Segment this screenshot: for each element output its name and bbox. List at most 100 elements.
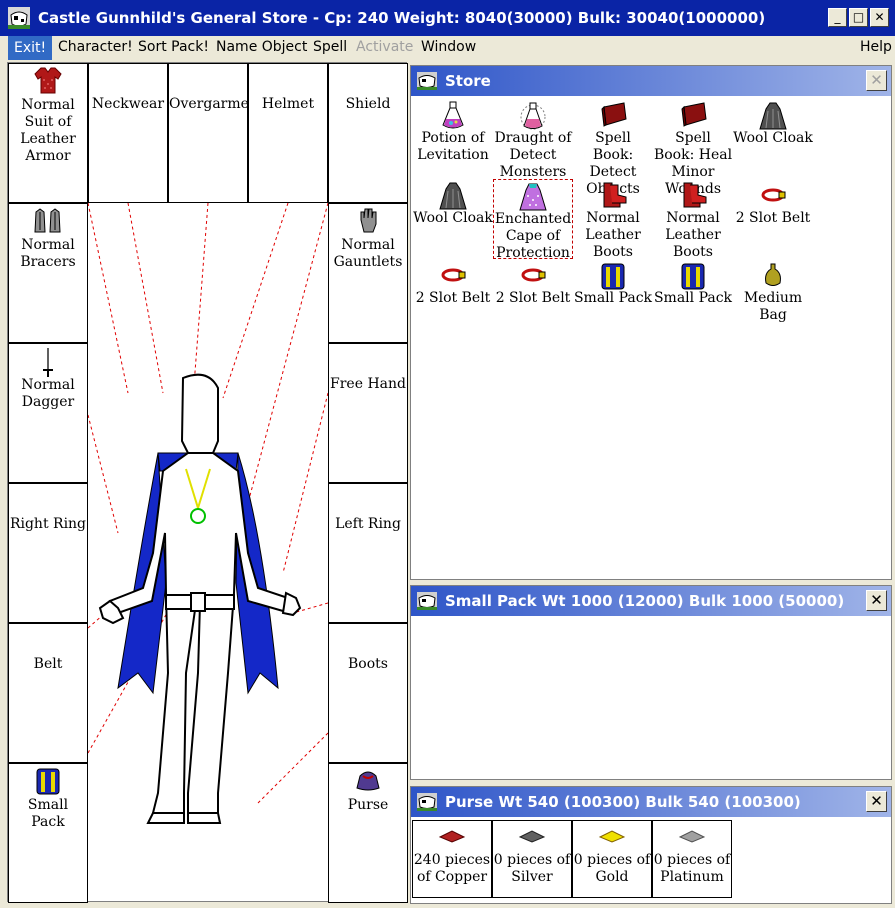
small-pack-title: Small Pack Wt 1000 (12000) Bulk 1000 (50…: [445, 592, 845, 610]
cloak-icon: [439, 182, 467, 210]
boots-icon: [603, 182, 627, 208]
coin-pile-icon: [678, 830, 706, 843]
slot-boots-label: Boots: [348, 656, 388, 672]
slot-shield[interactable]: Shield: [328, 63, 408, 203]
store-item-label: 2 Slot Belt: [735, 210, 811, 226]
store-item[interactable]: Small Pack: [653, 259, 733, 339]
minimize-button[interactable]: _: [828, 8, 847, 27]
cow-icon: [417, 592, 437, 610]
store-item[interactable]: Wool Cloak: [413, 179, 493, 259]
slot-armor-label: Normal Suit of Leather Armor: [20, 97, 76, 164]
slot-right-ring[interactable]: Right Ring: [8, 483, 88, 623]
store-item-label: Draught of Detect Monsters: [494, 130, 572, 180]
draught-icon: [520, 102, 546, 130]
window-title: Castle Gunnhild's General Store - Cp: 24…: [38, 9, 766, 27]
menu-exit[interactable]: Exit!: [8, 36, 53, 60]
cloak-icon: [759, 102, 787, 130]
menu-help[interactable]: Help: [860, 39, 892, 55]
slot-neckwear-label: Neckwear: [91, 96, 165, 112]
slot-neckwear[interactable]: Neckwear: [88, 63, 168, 203]
slot-small-pack-label: Small Pack: [27, 797, 69, 830]
menu-character[interactable]: Character!: [58, 39, 133, 55]
store-item[interactable]: 2 Slot Belt: [413, 259, 493, 339]
slot-bracers-label: Normal Bracers: [20, 237, 76, 270]
slot-dagger-label: Normal Dagger: [21, 377, 75, 410]
slot-belt[interactable]: Belt: [8, 623, 88, 763]
slot-helmet[interactable]: Helmet: [248, 63, 328, 203]
coin-gold[interactable]: 0 pieces of Gold: [572, 820, 652, 898]
character-figure: [88, 203, 328, 824]
slot-overgarment[interactable]: Overgarment: [168, 63, 264, 203]
coin-copper-label: 240 pieces of Copper: [413, 852, 491, 885]
store-item[interactable]: Wool Cloak: [733, 99, 813, 179]
coin-pile-icon: [438, 830, 466, 843]
store-item[interactable]: Small Pack: [573, 259, 653, 339]
cow-icon: [417, 72, 437, 90]
gauntlet-icon: [360, 208, 377, 233]
store-item-label: Potion of Levitation: [417, 130, 489, 163]
slot-shield-label: Shield: [345, 96, 391, 112]
title-bar: Castle Gunnhild's General Store - Cp: 24…: [0, 0, 895, 36]
store-item-label: Wool Cloak: [413, 210, 493, 226]
store-close-button[interactable]: ✕: [866, 70, 887, 91]
menu-name-object[interactable]: Name Object: [216, 39, 307, 55]
slot-small-pack[interactable]: Small Pack: [8, 763, 88, 903]
coin-silver[interactable]: 0 pieces of Silver: [492, 820, 572, 898]
coin-pile-icon: [598, 830, 626, 843]
slot-purse-label: Purse: [347, 797, 389, 813]
slot-dagger[interactable]: Normal Dagger: [8, 343, 88, 483]
app-cow-icon: [8, 7, 30, 29]
purse-icon: [356, 771, 380, 791]
boots-icon: [683, 182, 707, 208]
cow-icon: [417, 793, 437, 811]
small-pack-close-button[interactable]: ✕: [866, 590, 887, 611]
store-item-label: Small Pack: [653, 290, 733, 306]
store-item[interactable]: 2 Slot Belt: [493, 259, 573, 339]
menu-sort-pack[interactable]: Sort Pack!: [138, 39, 209, 55]
store-item[interactable]: Normal Leather Boots: [573, 179, 653, 260]
store-item-label: 2 Slot Belt: [495, 290, 571, 306]
belt-icon: [521, 268, 546, 282]
small-pack-title-bar: Small Pack Wt 1000 (12000) Bulk 1000 (50…: [411, 586, 891, 616]
maximize-button[interactable]: □: [849, 8, 868, 27]
coin-copper[interactable]: 240 pieces of Copper: [412, 820, 492, 898]
store-item-selected[interactable]: Enchanted Cape of Protection: [493, 179, 573, 261]
coin-platinum[interactable]: 0 pieces of Platinum: [652, 820, 732, 898]
slot-gauntlets[interactable]: Normal Gauntlets: [328, 203, 408, 343]
store-item[interactable]: Potion of Levitation: [413, 99, 493, 179]
store-item[interactable]: Draught of Detect Monsters: [493, 99, 573, 180]
store-item-label: Small Pack: [573, 290, 653, 306]
slot-purse[interactable]: Purse: [328, 763, 408, 903]
spellbook-icon: [681, 102, 707, 127]
menu-spell[interactable]: Spell: [313, 39, 347, 55]
leather-armor-icon: [34, 67, 62, 94]
store-panel: Store ✕ Potion of Levitation Draught of …: [410, 65, 892, 580]
slot-bracers[interactable]: Normal Bracers: [8, 203, 88, 343]
slot-armor[interactable]: Normal Suit of Leather Armor: [8, 63, 88, 203]
store-item[interactable]: Medium Bag: [733, 259, 813, 339]
purse-title: Purse Wt 540 (100300) Bulk 540 (100300): [445, 793, 801, 811]
slot-left-ring[interactable]: Left Ring: [328, 483, 408, 623]
close-button[interactable]: ✕: [870, 8, 889, 27]
slot-left-ring-label: Left Ring: [335, 516, 401, 532]
dagger-icon: [43, 348, 53, 377]
purse-close-button[interactable]: ✕: [866, 791, 887, 812]
slot-helmet-label: Helmet: [261, 96, 315, 112]
store-item[interactable]: 2 Slot Belt: [733, 179, 813, 259]
menu-bar: Exit! Character! Sort Pack! Name Object …: [0, 36, 895, 60]
store-title-bar: Store ✕: [411, 66, 891, 96]
pack-icon: [36, 768, 60, 795]
potion-icon: [442, 101, 464, 129]
slot-overgarment-label: Overgarment: [169, 96, 264, 112]
store-item[interactable]: Spell Book: Detect Objects: [573, 99, 653, 197]
menu-activate: Activate: [356, 39, 414, 55]
slot-free-hand[interactable]: Free Hand: [328, 343, 408, 483]
store-item[interactable]: Spell Book: Heal Minor Wounds: [653, 99, 733, 197]
belt-icon: [761, 188, 786, 202]
store-item-label: Wool Cloak: [733, 130, 813, 146]
menu-window[interactable]: Window: [421, 39, 476, 55]
slot-boots[interactable]: Boots: [328, 623, 408, 763]
pack-icon: [681, 263, 705, 290]
store-item[interactable]: Normal Leather Boots: [653, 179, 733, 260]
equipment-panel: Normal Suit of Leather Armor Neckwear Ov…: [7, 62, 408, 903]
